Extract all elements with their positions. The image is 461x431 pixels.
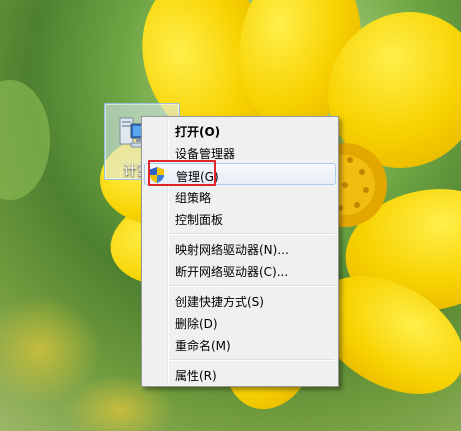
menu-item-label: 创建快捷方式(S) [175, 295, 264, 309]
menu-item-delete[interactable]: 删除(D) [144, 311, 336, 333]
menu-item-control-panel[interactable]: 控制面板 [144, 207, 336, 229]
menu-item-label: 删除(D) [175, 317, 218, 331]
menu-separator [170, 233, 334, 235]
menu-item-open[interactable]: 打开(O) [144, 119, 336, 141]
context-menu: 打开(O) 设备管理器 管理(G) 组策略 控制面板 映射网络驱动器(N)...… [141, 116, 339, 387]
menu-item-label: 属性(R) [175, 369, 217, 383]
menu-item-label: 控制面板 [175, 213, 224, 227]
menu-item-create-shortcut[interactable]: 创建快捷方式(S) [144, 289, 336, 311]
menu-item-label: 映射网络驱动器(N)... [175, 243, 289, 257]
menu-item-map-network-drive[interactable]: 映射网络驱动器(N)... [144, 237, 336, 259]
menu-item-label: 断开网络驱动器(C)... [175, 265, 289, 279]
menu-item-properties[interactable]: 属性(R) [144, 363, 336, 385]
menu-item-label: 组策略 [175, 191, 212, 205]
menu-separator [170, 359, 334, 361]
menu-item-group-policy[interactable]: 组策略 [144, 185, 336, 207]
menu-separator [170, 285, 334, 287]
annotation-highlight-box [148, 160, 216, 186]
menu-item-disconnect-network-drive[interactable]: 断开网络驱动器(C)... [144, 259, 336, 281]
menu-item-label: 打开(O) [175, 125, 221, 139]
menu-item-label: 重命名(M) [175, 339, 231, 353]
menu-item-rename[interactable]: 重命名(M) [144, 333, 336, 355]
